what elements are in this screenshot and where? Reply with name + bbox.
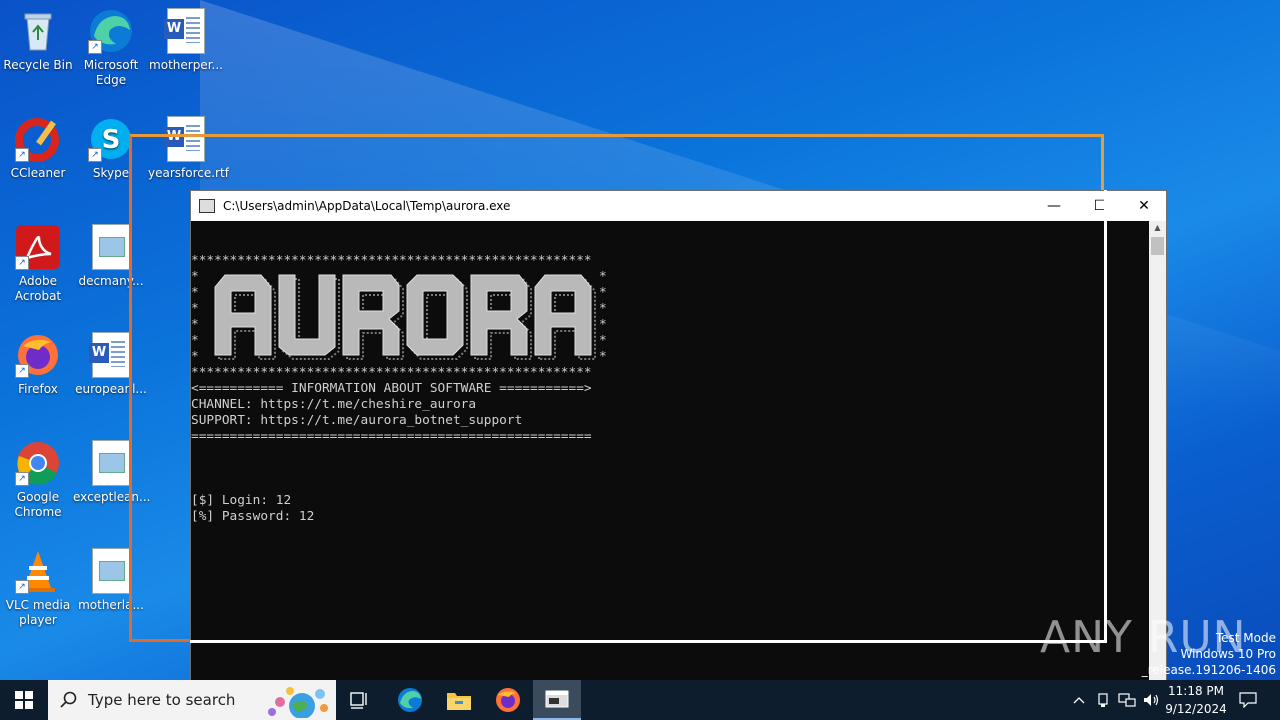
test-mode-line1: Test Mode — [1215, 631, 1276, 645]
desktop-icon-ccleaner[interactable]: ↗ CCleaner — [0, 116, 76, 181]
show-hidden-icons-button[interactable] — [1068, 680, 1090, 720]
notification-icon — [1239, 692, 1257, 708]
taskbar-file-explorer[interactable] — [435, 680, 483, 720]
tray-network-button[interactable] — [1116, 680, 1138, 720]
banner-left-border: * * * * * * — [191, 269, 199, 364]
taskbar-console-app[interactable] — [533, 680, 581, 720]
word-document-icon: W — [163, 8, 209, 54]
edge-icon — [398, 688, 422, 712]
taskbar-edge[interactable] — [386, 680, 434, 720]
banner-letter-a — [534, 274, 596, 360]
desktop-icon-microsoft-edge[interactable]: ↗ Microsoft Edge — [73, 8, 149, 88]
firefox-icon — [496, 688, 520, 712]
console-window[interactable]: C:\Users\admin\AppData\Local\Temp\aurora… — [190, 190, 1167, 681]
desktop-icon-label: Adobe Acrobat — [14, 274, 62, 303]
window-titlebar[interactable]: C:\Users\admin\AppData\Local\Temp\aurora… — [191, 191, 1166, 221]
scrollbar-thumb[interactable] — [1151, 237, 1164, 255]
minimize-button[interactable]: — — [1031, 191, 1077, 221]
tray-volume-button[interactable] — [1140, 680, 1162, 720]
start-button[interactable] — [0, 680, 48, 720]
task-view-icon — [350, 692, 367, 709]
test-mode-line2: Windows 10 Pro — [1180, 647, 1276, 661]
console-output[interactable]: ****************************************… — [191, 221, 1149, 681]
shortcut-arrow-icon: ↗ — [88, 148, 102, 162]
aurora-ascii-banner — [214, 274, 596, 360]
image-file-icon — [88, 224, 134, 270]
password-line: [%] Password: 12 — [191, 509, 315, 524]
vlc-cone-icon: ↗ — [15, 548, 61, 594]
banner-bottom-border: ****************************************… — [191, 365, 592, 380]
folder-icon — [447, 693, 471, 710]
skype-icon: S ↗ — [88, 116, 134, 162]
shortcut-arrow-icon: ↗ — [15, 580, 29, 594]
taskbar-search-box[interactable]: Type here to search — [48, 680, 336, 720]
word-document-icon: W — [88, 332, 134, 378]
tray-device-button[interactable] — [1092, 680, 1114, 720]
desktop-icon-label: motherper... — [149, 58, 223, 72]
search-icon — [60, 691, 77, 708]
maximize-button[interactable]: ☐ — [1077, 191, 1123, 221]
edge-icon: ↗ — [88, 8, 134, 54]
clock-date: 9/12/2024 — [1165, 702, 1227, 716]
shortcut-arrow-icon: ↗ — [15, 148, 29, 162]
image-file-icon — [88, 440, 134, 486]
banner-letter-o — [406, 274, 468, 360]
taskbar: Type here to search 11:18 PM 9/12/2024 — [0, 680, 1280, 720]
firefox-icon: ↗ — [15, 332, 61, 378]
adobe-acrobat-icon: ↗ — [15, 224, 61, 270]
network-icon — [1118, 693, 1136, 707]
banner-letter-a — [214, 274, 276, 360]
desktop-icon-label: Firefox — [18, 382, 58, 396]
channel-line: CHANNEL: https://t.me/cheshire_aurora — [191, 397, 477, 412]
support-line: SUPPORT: https://t.me/aurora_botnet_supp… — [191, 413, 523, 428]
speaker-icon — [1144, 694, 1159, 706]
notification-center-button[interactable] — [1234, 680, 1262, 720]
banner-letter-r — [342, 274, 404, 360]
banner-letter-r — [470, 274, 532, 360]
usb-device-icon — [1098, 693, 1108, 707]
shortcut-arrow-icon: ↗ — [15, 472, 29, 486]
desktop-icon-google-chrome[interactable]: ↗ Google Chrome — [0, 440, 76, 520]
separator-line: ========================================… — [191, 429, 592, 444]
taskbar-firefox[interactable] — [484, 680, 532, 720]
chrome-icon: ↗ — [15, 440, 61, 486]
desktop-icon-vlc[interactable]: ↗ VLC media player — [0, 548, 76, 628]
selection-edge-bottom — [190, 640, 1107, 643]
desktop-icon-label: VLC media player — [5, 598, 71, 627]
taskbar-clock[interactable]: 11:18 PM 9/12/2024 — [1160, 682, 1232, 718]
console-window-icon — [545, 690, 569, 708]
windows-logo-icon — [15, 691, 33, 709]
task-view-button[interactable] — [336, 680, 384, 720]
desktop-icon-recycle-bin[interactable]: Recycle Bin — [0, 8, 76, 73]
window-title: C:\Users\admin\AppData\Local\Temp\aurora… — [223, 199, 511, 213]
info-heading: <=========== INFORMATION ABOUT SOFTWARE … — [191, 381, 592, 396]
scroll-up-arrow-icon[interactable]: ▲ — [1149, 221, 1166, 235]
desktop-icon-adobe-acrobat[interactable]: ↗ Adobe Acrobat — [0, 224, 76, 304]
desktop-icon-label: Microsoft Edge — [83, 58, 139, 87]
clock-time: 11:18 PM — [1168, 684, 1224, 698]
image-file-icon — [88, 548, 134, 594]
banner-letter-u — [278, 274, 340, 360]
desktop-icon-label: CCleaner — [10, 166, 66, 180]
chevron-up-icon — [1073, 697, 1085, 704]
search-highlight-globe-icon — [268, 687, 328, 718]
test-mode-line3: _release.191206-1406 — [1141, 663, 1276, 677]
desktop-icon-motherper[interactable]: W motherper... — [148, 8, 224, 73]
recycle-bin-icon — [15, 8, 61, 54]
shortcut-arrow-icon: ↗ — [88, 40, 102, 54]
desktop-icon-label: Recycle Bin — [3, 58, 73, 72]
close-button[interactable]: ✕ — [1121, 191, 1167, 221]
console-app-icon — [199, 199, 215, 213]
desktop-icon-firefox[interactable]: ↗ Firefox — [0, 332, 76, 397]
login-line: [$] Login: 12 — [191, 493, 292, 508]
test-mode-notice: Test Mode Windows 10 Pro _release.191206… — [1142, 630, 1276, 678]
shortcut-arrow-icon: ↗ — [15, 364, 29, 378]
selection-edge-right — [1104, 190, 1107, 642]
svg-text:S: S — [102, 125, 121, 155]
ccleaner-icon: ↗ — [15, 116, 61, 162]
shortcut-arrow-icon: ↗ — [15, 256, 29, 270]
desktop-icon-label: Google Chrome — [14, 490, 62, 519]
search-placeholder: Type here to search — [88, 691, 236, 709]
